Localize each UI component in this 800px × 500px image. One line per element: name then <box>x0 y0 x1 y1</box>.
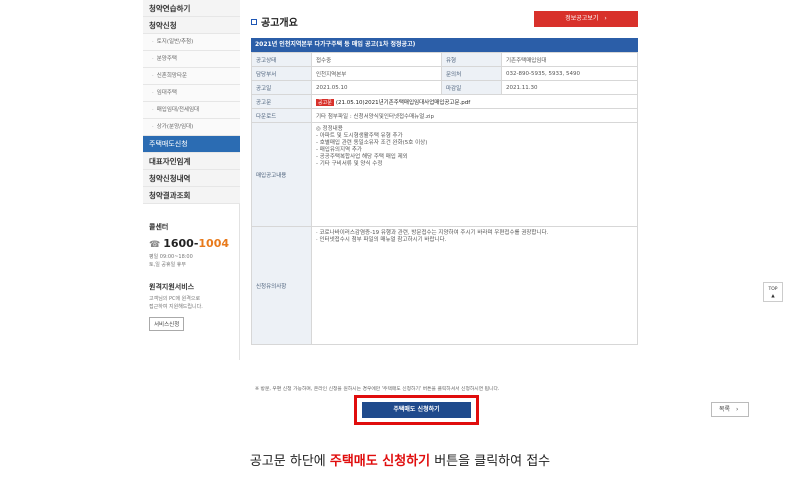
notice-title: 2021년 인천지역본부 다가구주택 등 매입 공고(1차 정정공고) <box>251 38 638 52</box>
doc-file-link[interactable]: (21.05.10)2021년기존주택매입임대사업매입공고문.pdf <box>336 100 470 106</box>
doc-tag-badge: 공고문 <box>316 98 334 106</box>
notice-date-value: 2021.05.10 <box>311 80 442 95</box>
table-row: 담당부서 인천지역본부 문의처 032-890-5935, 5933, 5490 <box>251 66 638 81</box>
sidebar-item[interactable]: 청약신청내역 <box>143 170 240 187</box>
type-label: 유형 <box>441 52 502 67</box>
table-row: 매입공고내용 ◎ 정정내용 - 아파트 및 도시형생활주택 유형 추가 - 호별매입… <box>251 122 638 227</box>
text-line: - 아파트 및 도시형생활주택 유형 추가 <box>316 133 403 139</box>
chevron-right-icon: › <box>736 406 739 413</box>
footnote: ※ 방문, 우편 신청 가능하며, 온라인 신청을 원하시는 경우에만 '주택매… <box>255 387 500 392</box>
square-bullet-icon <box>251 18 257 25</box>
remote-support-title: 원격지원서비스 <box>149 283 195 291</box>
sidebar-item[interactable]: 청약신청 <box>143 17 240 34</box>
remote-support-desc-line: 고객님의 PC에 원격으로 <box>149 296 201 302</box>
sidebar-menu: 청약연습하기청약신청토지(일반/추첨)분양주택신혼희망타운임대주택매입임대/전세… <box>143 0 240 204</box>
dept-value: 인천지역본부 <box>311 66 442 81</box>
phone-icon: ☎ <box>149 240 161 250</box>
table-row: 다운로드 기타 첨부파일 : 신청서양식및인터넷접수매뉴얼.zip <box>251 108 638 123</box>
callcenter-number-prefix: 1600- <box>163 237 199 250</box>
status-label: 공고상태 <box>251 52 312 67</box>
main-content: 공고개요 정보공고보기 › 2021년 인천지역본부 다가구주택 등 매입 공고(… <box>251 11 638 345</box>
summary-view-button[interactable]: 정보공고보기 › <box>534 11 638 27</box>
sidebar-item[interactable]: 매입임대/전세임대 <box>143 102 240 119</box>
browser-frame: 청약연습하기청약신청토지(일반/추첨)분양주택신혼희망타운임대주택매입임대/전세… <box>117 0 795 432</box>
top-label: TOP <box>768 287 778 292</box>
text-line: ◎ 정정내용 <box>316 126 343 132</box>
deadline-value: 2021.11.30 <box>501 80 638 95</box>
doc-label: 공고문 <box>251 94 312 109</box>
text-line: - 기타 구비서류 및 양식 수정 <box>316 161 383 167</box>
scroll-top-button[interactable]: TOP ▲ <box>763 282 783 302</box>
callcenter-hours: 평일 09:00~18:00 토,일 공휴일 휴무 <box>149 253 237 269</box>
sidebar-item[interactable]: 분양주택 <box>143 51 240 68</box>
section-title-text: 공고개요 <box>261 18 298 29</box>
download-value[interactable]: 기타 첨부파일 : 신청서양식및인터넷접수매뉴얼.zip <box>311 108 638 123</box>
deadline-label: 마감일 <box>441 80 502 95</box>
sidebar-item[interactable]: 토지(일반/추첨) <box>143 34 240 51</box>
callcenter-number: ☎ 1600-1004 <box>149 237 237 250</box>
table-row: 공고상태 접수중 유형 기존주택매입임대 <box>251 52 638 67</box>
contact-value: 032-890-5935, 5933, 5490 <box>501 66 638 81</box>
download-label: 다운로드 <box>251 108 312 123</box>
dept-label: 담당부서 <box>251 66 312 81</box>
type-value: 기존주택매입임대 <box>501 52 638 67</box>
content-label: 매입공고내용 <box>251 122 312 227</box>
highlight-box: 주택매도 신청하기 <box>354 395 479 425</box>
callcenter-hours-weekday: 평일 09:00~18:00 <box>149 254 193 260</box>
service-apply-button[interactable]: 서비스신청 <box>149 317 185 331</box>
sidebar-item[interactable]: 임대주택 <box>143 85 240 102</box>
sidebar: 청약연습하기청약신청토지(일반/추첨)분양주택신혼희망타운임대주택매입임대/전세… <box>143 0 240 360</box>
instruction-caption: 공고문 하단에 주택매도 신청하기 버튼을 클릭하여 접수 <box>0 450 800 469</box>
callcenter-box: 콜센터 ☎ 1600-1004 평일 09:00~18:00 토,일 공휴일 휴무 <box>149 222 237 269</box>
caption-prefix: 공고문 하단에 <box>249 454 330 469</box>
text-line: · 코로나바이러스감염증-19 유행과 관련, 방문접수는 지양하여 주시기 바… <box>316 230 549 236</box>
remote-support-box: 원격지원서비스 고객님의 PC에 원격으로 접근하여 지원해드립니다. 서비스신… <box>149 282 237 331</box>
text-line: - 매입유의지역 추가 <box>316 147 362 153</box>
table-row: 신청유의사항 · 코로나바이러스감염증-19 유행과 관련, 방문접수는 지양하… <box>251 226 638 345</box>
sidebar-item[interactable]: 신혼희망타운 <box>143 68 240 85</box>
text-line: · 인터넷접수시 첨부 파일의 매뉴얼 참고하시기 바랍니다. <box>316 237 447 243</box>
content-value: ◎ 정정내용 - 아파트 및 도시형생활주택 유형 추가 - 호별매입 관련 동일소… <box>311 122 638 227</box>
text-line: - 공공주택복합사업 해당 주택 매입 제외 <box>316 154 408 160</box>
callcenter-number-suffix: 1004 <box>198 237 230 250</box>
list-button-label: 목록 <box>719 406 731 413</box>
sidebar-item[interactable]: 상가(분양/임대) <box>143 119 240 136</box>
doc-cell: 공고문 (21.05.10)2021년기존주택매입임대사업매입공고문.pdf <box>311 94 638 109</box>
sidebar-item[interactable]: 주택매도신청 <box>143 136 240 153</box>
chevron-right-icon: › <box>604 15 607 22</box>
callcenter-title: 콜센터 <box>149 223 169 231</box>
sidebar-item[interactable]: 대표자인임계 <box>143 153 240 170</box>
sidebar-item[interactable]: 청약결과조회 <box>143 187 240 204</box>
summary-view-label: 정보공고보기 <box>565 15 599 22</box>
sidebar-item[interactable]: 청약연습하기 <box>143 0 240 17</box>
remote-support-desc-line: 접근하여 지원해드립니다. <box>149 304 203 310</box>
status-value: 접수중 <box>311 52 442 67</box>
callcenter-hours-weekend: 토,일 공휴일 휴무 <box>149 262 186 268</box>
caution-label: 신청유의사항 <box>251 226 312 345</box>
notice-date-label: 공고일 <box>251 80 312 95</box>
caret-up-icon: ▲ <box>771 294 775 299</box>
caption-suffix: 버튼을 클릭하여 접수 <box>430 454 551 469</box>
apply-sell-house-button[interactable]: 주택매도 신청하기 <box>362 402 471 418</box>
table-row: 공고일 2021.05.10 마감일 2021.11.30 <box>251 80 638 95</box>
list-button[interactable]: 목록 › <box>711 402 749 417</box>
remote-support-desc: 고객님의 PC에 원격으로 접근하여 지원해드립니다. <box>149 295 237 311</box>
table-row: 공고문 공고문 (21.05.10)2021년기존주택매입임대사업매입공고문.pd… <box>251 94 638 109</box>
caption-highlight: 주택매도 신청하기 <box>329 454 431 469</box>
caution-value: · 코로나바이러스감염증-19 유행과 관련, 방문접수는 지양하여 주시기 바… <box>311 226 638 345</box>
contact-label: 문의처 <box>441 66 502 81</box>
text-line: - 호별매입 관련 동일소유자 조건 완화(5호 이상) <box>316 140 428 146</box>
notice-info-table: 공고상태 접수중 유형 기존주택매입임대 담당부서 인천지역본부 문의처 032… <box>251 52 638 345</box>
